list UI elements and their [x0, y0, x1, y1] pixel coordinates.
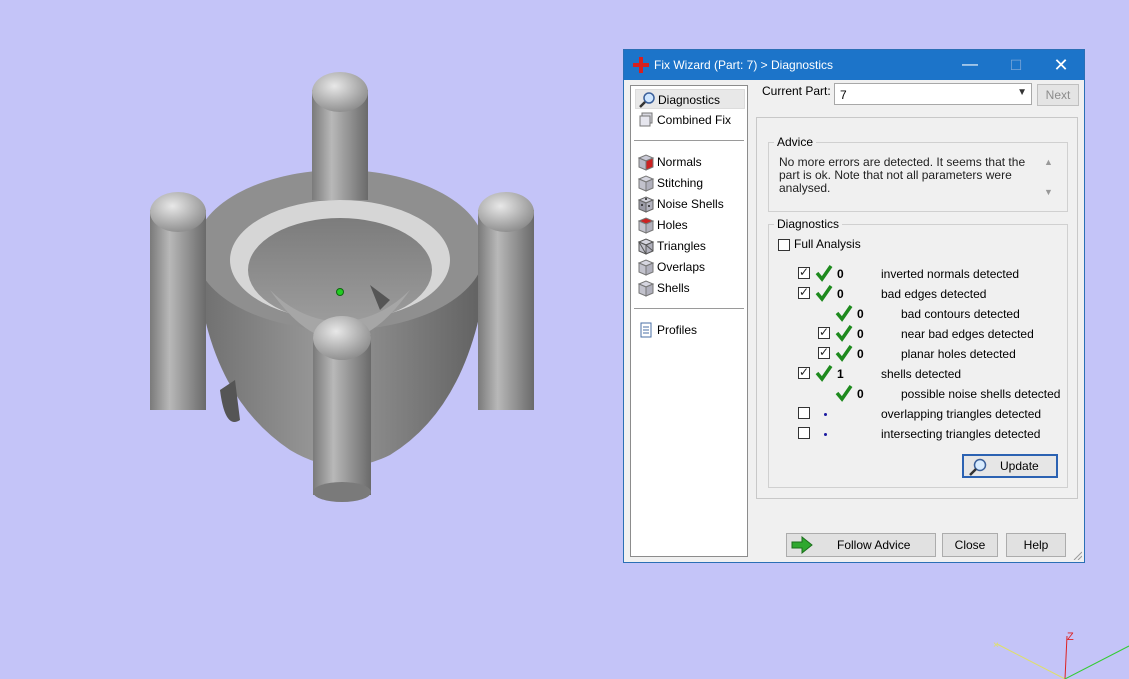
overlapping-triangles-checkbox[interactable]	[798, 407, 810, 419]
inverted-normals-checkbox[interactable]	[798, 265, 810, 279]
update-button[interactable]: Update	[962, 454, 1058, 478]
bad-contours-label: bad contours detected	[901, 307, 1020, 321]
sidebar-item-label: Stitching	[657, 176, 704, 190]
noise-shells-icon	[637, 196, 655, 213]
planar-holes-label: planar holes detected	[901, 347, 1016, 361]
dialog-title: Fix Wizard (Part: 7) > Diagnostics	[654, 58, 834, 72]
axis-z-label: Z	[1067, 631, 1074, 643]
ok-check-icon	[835, 305, 853, 322]
sidebar-item-noise-shells[interactable]: Noise Shells	[635, 194, 745, 214]
full-analysis-label: Full Analysis	[794, 237, 861, 251]
bad-edges-checkbox[interactable]	[798, 285, 810, 299]
sidebar-item-label: Combined Fix	[657, 113, 732, 127]
sidebar-divider	[634, 308, 744, 309]
sidebar-item-label: Shells	[657, 281, 690, 295]
close-window-button[interactable]: ✕	[1038, 50, 1084, 80]
not-run-icon	[824, 413, 827, 416]
ok-check-icon	[835, 325, 853, 342]
fix-wizard-icon	[633, 57, 649, 73]
sidebar-item-label: Noise Shells	[657, 197, 724, 211]
help-button[interactable]: Help	[1006, 533, 1066, 557]
sidebar-item-holes[interactable]: Holes	[635, 215, 745, 235]
current-part-select[interactable]: 7 ▼	[834, 83, 1032, 105]
next-button[interactable]: Next	[1037, 84, 1079, 106]
sidebar-item-label: Diagnostics	[658, 93, 721, 107]
part-model[interactable]	[140, 60, 550, 510]
noise-shells-count: 0	[857, 387, 864, 401]
sidebar-item-triangles[interactable]: Triangles	[635, 236, 745, 256]
ok-check-icon	[835, 385, 853, 402]
not-run-icon	[824, 433, 827, 436]
document-icon	[640, 322, 652, 338]
near-bad-edges-count: 0	[857, 327, 864, 341]
cube-stack-icon	[639, 112, 653, 127]
sidebar-item-label: Normals	[657, 155, 702, 169]
sidebar-item-label: Profiles	[657, 323, 698, 337]
arrow-right-icon	[791, 536, 813, 554]
resize-grip-icon[interactable]	[1072, 550, 1082, 560]
sidebar-item-shells[interactable]: Shells	[635, 278, 745, 298]
ok-check-icon	[835, 345, 853, 362]
overlaps-icon	[637, 259, 655, 276]
chevron-down-icon: ▼	[1017, 87, 1027, 98]
shells-label: shells detected	[881, 367, 962, 381]
ok-check-icon	[815, 365, 833, 382]
bad-contours-count: 0	[857, 307, 864, 321]
inverted-normals-label: inverted normals detected	[881, 267, 1020, 281]
magnifier-icon	[639, 92, 655, 108]
shells-icon	[637, 280, 655, 297]
intersecting-triangles-checkbox[interactable]	[798, 427, 810, 439]
planar-holes-checkbox[interactable]	[818, 345, 830, 359]
sidebar-item-profiles[interactable]: Profiles	[635, 320, 745, 340]
magnifier-icon	[969, 458, 987, 476]
current-part-label: Current Part:	[762, 84, 831, 98]
advice-text: No more errors are detected. It seems th…	[779, 155, 1026, 195]
current-part-value: 7	[840, 88, 847, 102]
axis-triad: Z ×	[993, 631, 1129, 679]
sidebar-divider	[634, 140, 744, 141]
near-bad-edges-checkbox[interactable]	[818, 325, 830, 339]
advice-scrollbar[interactable]: ▲ ▼	[1042, 157, 1056, 202]
full-analysis-checkbox[interactable]	[778, 239, 790, 251]
title-bar[interactable]: Fix Wizard (Part: 7) > Diagnostics — ☐ ✕	[624, 50, 1084, 80]
shells-checkbox[interactable]	[798, 365, 810, 379]
fix-wizard-dialog: Fix Wizard (Part: 7) > Diagnostics — ☐ ✕…	[623, 49, 1085, 563]
cube-stitch-icon	[637, 175, 655, 192]
sidebar-item-overlaps[interactable]: Overlaps	[635, 257, 745, 277]
sidebar-item-label: Holes	[657, 218, 688, 232]
sidebar-item-stitching[interactable]: Stitching	[635, 173, 745, 193]
wizard-sidebar: Diagnostics Combined Fix Normals Stitchi…	[630, 85, 748, 557]
sidebar-item-label: Overlaps	[657, 260, 706, 274]
inverted-normals-count: 0	[837, 267, 844, 281]
update-label: Update	[1000, 459, 1039, 473]
sidebar-item-combined-fix[interactable]: Combined Fix	[635, 110, 745, 130]
planar-holes-count: 0	[857, 347, 864, 361]
advice-title: Advice	[774, 135, 817, 149]
svg-text:×: ×	[993, 640, 999, 651]
triangles-icon	[637, 238, 655, 255]
scroll-down-icon[interactable]: ▼	[1044, 187, 1053, 197]
sidebar-item-diagnostics[interactable]: Diagnostics	[635, 89, 745, 109]
close-button[interactable]: Close	[942, 533, 998, 557]
sidebar-item-label: Triangles	[657, 239, 706, 253]
overlapping-triangles-label: overlapping triangles detected	[881, 407, 1042, 421]
near-bad-edges-label: near bad edges detected	[901, 327, 1034, 341]
intersecting-triangles-label: intersecting triangles detected	[881, 427, 1041, 441]
sidebar-item-normals[interactable]: Normals	[635, 152, 745, 172]
scroll-up-icon[interactable]: ▲	[1044, 157, 1053, 167]
follow-advice-button[interactable]: Follow Advice	[786, 533, 936, 557]
shells-count: 1	[837, 367, 844, 381]
follow-advice-label: Follow Advice	[837, 538, 911, 552]
maximize-button[interactable]: ☐	[993, 50, 1039, 80]
cube-red-face-icon	[637, 154, 655, 171]
diagnostics-title: Diagnostics	[774, 217, 843, 231]
minimize-button[interactable]: —	[947, 50, 993, 80]
bad-edges-count: 0	[837, 287, 844, 301]
noise-shells-label: possible noise shells detected	[901, 387, 1061, 401]
bad-edges-label: bad edges detected	[881, 287, 987, 301]
ok-check-icon	[815, 265, 833, 282]
cube-hole-icon	[637, 217, 655, 234]
ok-check-icon	[815, 285, 833, 302]
